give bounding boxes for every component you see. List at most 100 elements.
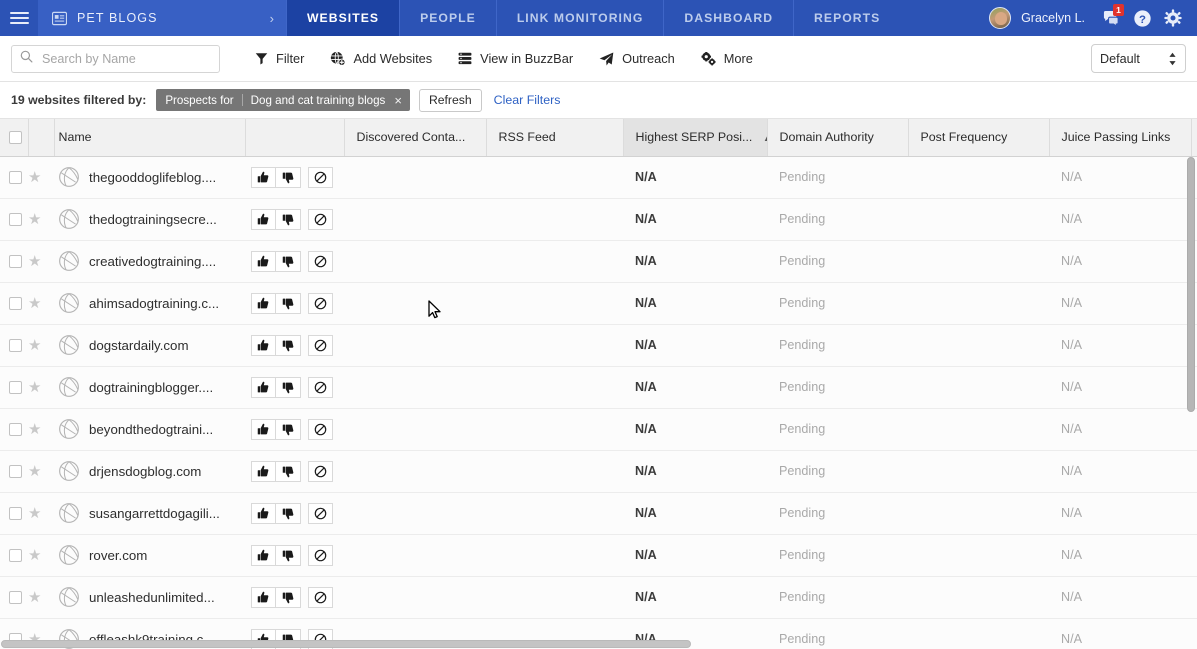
tab-people[interactable]: PEOPLE [399,0,496,36]
block-icon[interactable] [308,586,333,608]
row-name-cell[interactable]: susangarrettdogagili... [54,492,245,535]
row-checkbox[interactable] [9,381,22,395]
row-select-cell[interactable] [0,492,28,535]
row-name-cell[interactable]: unleashedunlimited... [54,576,245,619]
column-header-highest-serp-position[interactable]: Highest SERP Posi... ▲ [623,119,768,157]
row-star-cell[interactable]: ★ [28,450,54,493]
block-icon[interactable] [308,460,333,482]
thumbs-down-icon[interactable] [276,292,301,314]
thumbs-up-icon[interactable] [251,544,276,566]
row-star-cell[interactable]: ★ [28,408,54,451]
block-icon[interactable] [308,208,333,230]
thumbs-down-icon[interactable] [276,334,301,356]
thumbs-up-icon[interactable] [251,250,276,272]
website-name-link[interactable]: creativedogtraining.... [89,254,216,269]
row-checkbox[interactable] [9,549,22,563]
tab-dashboard[interactable]: DASHBOARD [663,0,793,36]
thumbs-up-icon[interactable] [251,292,276,314]
row-checkbox[interactable] [9,213,22,227]
row-name-cell[interactable]: creativedogtraining.... [54,240,245,283]
thumbs-down-icon[interactable] [276,208,301,230]
star-icon[interactable]: ★ [28,295,41,312]
view-in-buzzbar-button[interactable]: View in BuzzBar [445,44,586,74]
row-checkbox[interactable] [9,171,22,185]
row-star-cell[interactable]: ★ [28,282,54,325]
row-checkbox[interactable] [9,255,22,269]
table-row[interactable]: ★ dogtrainingblogger.... N/A Pending N/A [0,366,1197,409]
table-row[interactable]: ★ thegooddoglifeblog.... N/A Pending N/A [0,156,1197,199]
thumbs-down-icon[interactable] [276,250,301,272]
row-name-cell[interactable]: rover.com [54,534,245,577]
star-icon[interactable]: ★ [28,589,41,606]
row-select-cell[interactable] [0,408,28,451]
table-row[interactable]: ★ thedogtrainingsecre... N/A Pending N/A [0,198,1197,241]
row-checkbox[interactable] [9,423,22,437]
table-row[interactable]: ★ unleashedunlimited... N/A Pending N/A [0,576,1197,619]
row-select-cell[interactable] [0,282,28,325]
table-row[interactable]: ★ creativedogtraining.... N/A Pending N/A [0,240,1197,283]
thumbs-up-icon[interactable] [251,376,276,398]
thumbs-down-icon[interactable] [276,502,301,524]
row-star-cell[interactable]: ★ [28,240,54,283]
row-name-cell[interactable]: beyondthedogtraini... [54,408,245,451]
column-header-juice-passing-links[interactable]: Juice Passing Links [1049,119,1192,157]
column-header-rss-feed[interactable]: RSS Feed [486,119,624,157]
row-star-cell[interactable]: ★ [28,534,54,577]
row-checkbox[interactable] [9,465,22,479]
row-star-cell[interactable]: ★ [28,366,54,409]
row-star-cell[interactable]: ★ [28,324,54,367]
thumbs-up-icon[interactable] [251,460,276,482]
website-name-link[interactable]: beyondthedogtraini... [89,422,213,437]
column-header-name[interactable]: Name [54,119,246,157]
view-select[interactable]: Default [1091,44,1186,73]
notifications-icon[interactable]: 1 [1097,4,1125,32]
thumbs-up-icon[interactable] [251,208,276,230]
row-checkbox[interactable] [9,297,22,311]
column-header-domain-authority[interactable]: Domain Authority [767,119,909,157]
row-select-cell[interactable] [0,240,28,283]
thumbs-up-icon[interactable] [251,418,276,440]
thumbs-down-icon[interactable] [276,166,301,188]
thumbs-up-icon[interactable] [251,586,276,608]
star-icon[interactable]: ★ [28,463,41,480]
thumbs-down-icon[interactable] [276,586,301,608]
star-icon[interactable]: ★ [28,547,41,564]
outreach-button[interactable]: Outreach [586,44,688,74]
table-row[interactable]: ★ dogstardaily.com N/A Pending N/A [0,324,1197,367]
row-select-cell[interactable] [0,324,28,367]
row-checkbox[interactable] [9,507,22,521]
website-name-link[interactable]: dogtrainingblogger.... [89,380,213,395]
star-icon[interactable]: ★ [28,337,41,354]
table-row[interactable]: ★ rover.com N/A Pending N/A [0,534,1197,577]
tab-link-monitoring[interactable]: LINK MONITORING [495,0,664,36]
thumbs-down-icon[interactable] [276,460,301,482]
row-name-cell[interactable]: dogstardaily.com [54,324,245,367]
star-icon[interactable]: ★ [28,505,41,522]
add-websites-button[interactable]: Add Websites [317,44,445,74]
close-icon[interactable]: × [394,93,402,108]
horizontal-scrollbar[interactable] [1,640,691,648]
website-name-link[interactable]: unleashedunlimited... [89,590,215,605]
refresh-button[interactable]: Refresh [418,88,482,112]
row-select-cell[interactable] [0,198,28,241]
avatar[interactable] [989,7,1012,29]
tab-websites[interactable]: WEBSITES [286,0,400,36]
row-star-cell[interactable]: ★ [28,156,54,199]
table-row[interactable]: ★ ahimsadogtraining.c... N/A Pending N/A [0,282,1197,325]
gear-icon[interactable] [1159,4,1187,32]
hamburger-menu-icon[interactable] [0,0,38,36]
thumbs-up-icon[interactable] [251,334,276,356]
thumbs-down-icon[interactable] [276,418,301,440]
row-star-cell[interactable]: ★ [28,576,54,619]
website-name-link[interactable]: rover.com [89,548,147,563]
row-star-cell[interactable]: ★ [28,198,54,241]
more-button[interactable]: More [688,44,766,74]
row-name-cell[interactable]: thedogtrainingsecre... [54,198,245,241]
row-select-cell[interactable] [0,576,28,619]
table-row[interactable]: ★ drjensdogblog.com N/A Pending N/A [0,450,1197,493]
column-header-post-frequency[interactable]: Post Frequency [908,119,1050,157]
vertical-scrollbar[interactable] [1187,157,1195,412]
search-box[interactable] [11,44,220,73]
filter-button[interactable]: Filter [242,44,317,74]
website-name-link[interactable]: dogstardaily.com [89,338,189,353]
